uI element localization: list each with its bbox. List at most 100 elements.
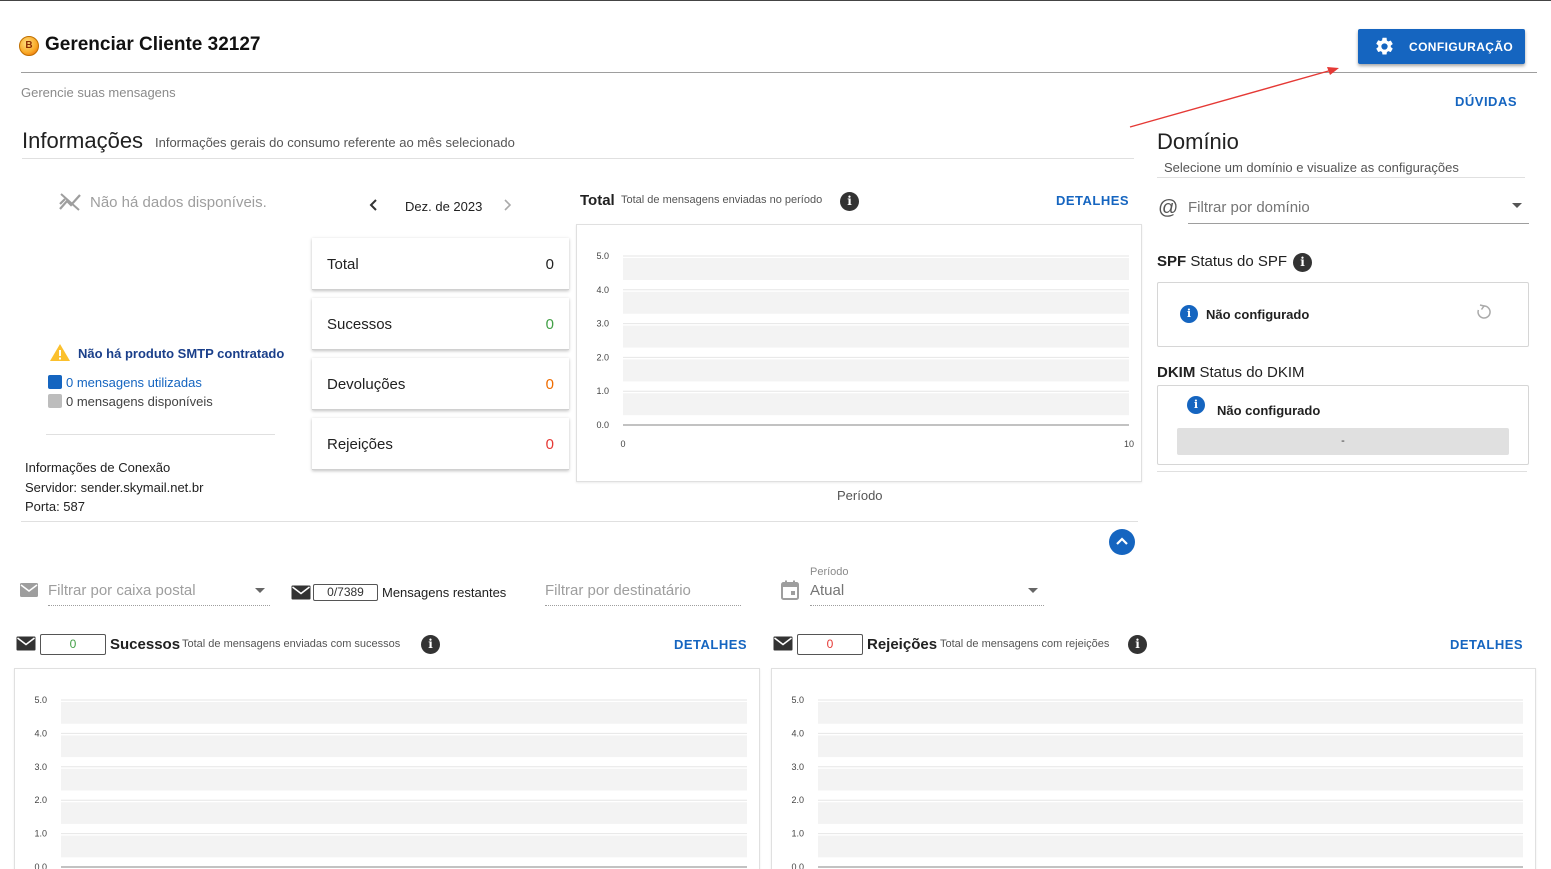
y-tick-label: 0.0: [791, 862, 804, 869]
stat-card-devolucoes: Devoluções 0: [312, 358, 569, 410]
prev-month-button[interactable]: [368, 198, 380, 217]
info-subheading: Informações gerais do consumo referente …: [155, 135, 515, 150]
y-tick-label: 4.0: [791, 728, 804, 738]
no-data-text: Não há dados disponíveis.: [90, 194, 267, 211]
config-button[interactable]: CONFIGURAÇÃO: [1358, 29, 1525, 64]
refresh-icon[interactable]: [1475, 303, 1493, 326]
reject-count-badge: 0: [797, 634, 863, 655]
chart-grid-band: [61, 768, 747, 791]
x-tick-label: 0: [620, 439, 625, 449]
chart-grid-band: [61, 702, 747, 724]
stat-card-rejeicoes: Rejeições 0: [312, 418, 569, 470]
y-tick-label: 5.0: [596, 251, 609, 261]
period-select[interactable]: Atual: [810, 582, 844, 599]
recipient-filter-input[interactable]: Filtrar por destinatário: [545, 582, 691, 599]
chevron-right-icon: [504, 199, 512, 211]
trending-icon: [59, 193, 81, 211]
reject-chart-subtitle: Total de mensagens com rejeições: [940, 638, 1110, 650]
y-tick-label: 1.0: [34, 829, 47, 839]
success-count-badge: 0: [40, 634, 106, 655]
domain-divider: [1157, 177, 1525, 178]
chart-grid-band: [61, 802, 747, 824]
success-chart-svg: 0.0 1.0 2.0 3.0 4.0 5.0: [34, 695, 747, 869]
x-tick-label: 10: [1124, 439, 1134, 449]
stat-label: Sucessos: [327, 316, 393, 333]
total-details-link[interactable]: DETALHES: [1056, 193, 1129, 208]
chart-grid-band: [818, 802, 1523, 824]
y-tick-label: 5.0: [791, 695, 804, 705]
info-icon: i: [1187, 396, 1205, 414]
annotation-arrow: [1129, 67, 1339, 128]
month-label: Dez. de 2023: [405, 199, 483, 214]
gear-icon: [1376, 37, 1393, 55]
y-tick-label: 3.0: [791, 762, 804, 772]
chart-grid-band: [623, 258, 1129, 280]
success-details-link[interactable]: DETALHES: [674, 637, 747, 652]
collapse-button[interactable]: [1109, 529, 1135, 555]
dkim-value-field: -: [1177, 428, 1509, 455]
available-legend-swatch: [48, 394, 62, 408]
chevron-up-icon: [1116, 537, 1128, 545]
reject-chart: 0.0 1.0 2.0 3.0 4.0 5.0: [771, 668, 1536, 869]
mailbox-filter-underline: [48, 605, 270, 606]
envelope-icon: [773, 636, 793, 651]
reject-details-link[interactable]: DETALHES: [1450, 637, 1523, 652]
used-messages-text: 0 mensagens utilizadas: [66, 375, 202, 390]
y-tick-label: 3.0: [34, 762, 47, 772]
chevron-left-icon: [369, 199, 377, 211]
info-icon[interactable]: i: [421, 635, 440, 654]
help-link[interactable]: DÚVIDAS: [1455, 94, 1517, 109]
caret-down-icon[interactable]: [1512, 203, 1522, 208]
dkim-status-text: Não configurado: [1217, 403, 1321, 418]
dkim-divider: [1157, 471, 1527, 472]
stat-card-sucessos: Sucessos 0: [312, 298, 569, 350]
mail-icon: [20, 583, 38, 597]
stat-value: 0: [545, 316, 554, 333]
next-month-button[interactable]: [501, 198, 513, 217]
chart-grid-band: [623, 291, 1129, 314]
chart-grid-band: [818, 702, 1523, 724]
chart-grid-band: [61, 835, 747, 858]
stat-label: Rejeições: [327, 436, 393, 453]
total-chart-subtitle: Total de mensagens enviadas no período: [621, 194, 823, 206]
connection-title: Informações de Conexão: [25, 460, 171, 475]
caret-down-icon[interactable]: [255, 588, 265, 593]
info-icon[interactable]: i: [1293, 253, 1312, 272]
y-tick-label: 1.0: [596, 386, 609, 396]
success-chart-subtitle: Total de mensagens enviadas com sucessos: [182, 638, 401, 650]
domain-heading: Domínio: [1157, 129, 1239, 154]
info-icon: i: [1180, 305, 1198, 323]
mailbox-filter-select[interactable]: Filtrar por caixa postal: [48, 582, 196, 599]
period-select-underline: [810, 605, 1044, 606]
envelope-icon: [16, 636, 36, 651]
usage-divider: [46, 434, 275, 435]
y-tick-label: 2.0: [791, 795, 804, 805]
total-chart-title: Total: [580, 192, 615, 209]
used-legend-swatch: [48, 375, 62, 389]
period-label: Período: [810, 566, 849, 578]
remaining-count-badge: 0/7389: [313, 584, 378, 601]
spf-label: Status do SPF: [1190, 253, 1288, 270]
y-tick-label: 3.0: [596, 319, 609, 329]
y-tick-label: 0.0: [596, 420, 609, 430]
reject-chart-title: Rejeições: [867, 636, 938, 653]
info-heading: Informações: [22, 128, 144, 153]
chart-grid-band: [818, 835, 1523, 858]
stat-label: Total: [327, 256, 359, 273]
info-icon[interactable]: i: [1128, 635, 1147, 654]
domain-subheading: Selecione um domínio e visualize as conf…: [1164, 160, 1459, 175]
stat-value: 0: [545, 256, 554, 273]
total-chart-xlabel: Período: [837, 488, 883, 503]
reject-chart-svg: 0.0 1.0 2.0 3.0 4.0 5.0: [791, 695, 1523, 869]
no-smtp-text: Não há produto SMTP contratado: [78, 346, 285, 361]
spf-status-text: Não configurado: [1206, 307, 1310, 322]
domain-filter-select[interactable]: Filtrar por domínio: [1188, 199, 1310, 216]
caret-down-icon[interactable]: [1028, 588, 1038, 593]
spf-code: SPF: [1157, 253, 1187, 270]
stat-value: 0: [545, 376, 554, 393]
success-chart: 0.0 1.0 2.0 3.0 4.0 5.0: [14, 668, 760, 869]
envelope-icon: [291, 585, 311, 600]
info-divider: [22, 158, 1134, 159]
dkim-label: Status do DKIM: [1199, 364, 1305, 381]
info-icon[interactable]: i: [840, 192, 859, 211]
